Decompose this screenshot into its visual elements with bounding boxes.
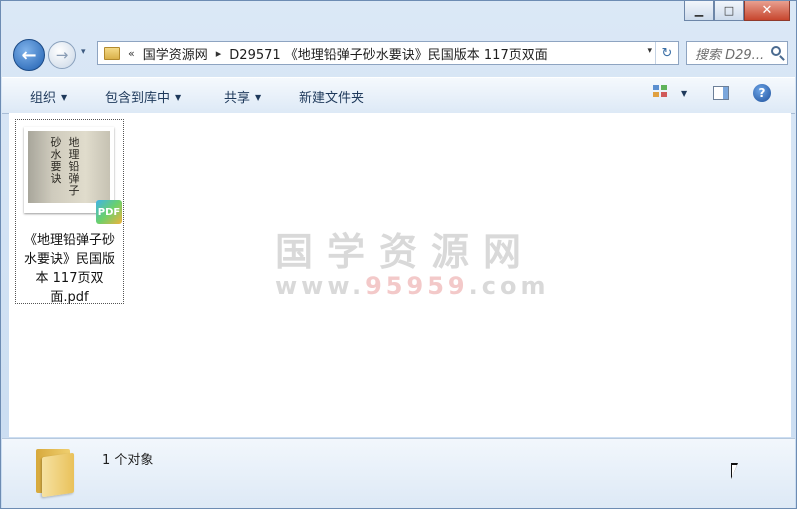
view-dropdown-icon[interactable]: ▼	[681, 89, 687, 98]
address-bar[interactable]: « 国学资源网 ▸ D29571 《地理铅弹子砂水要诀》民国版本 117页双面 …	[97, 41, 679, 65]
share-label: 共享	[224, 91, 251, 106]
folder-icon	[104, 46, 120, 60]
recent-pages-dropdown[interactable]: ▾	[81, 47, 86, 57]
breadcrumb-separator-icon[interactable]: ▸	[216, 47, 222, 60]
breadcrumb-current[interactable]: D29571 《地理铅弹子砂水要诀》民国版本 117页双面	[229, 44, 547, 63]
back-button[interactable]: ←	[13, 39, 45, 71]
watermark-url-suffix: .com	[468, 272, 550, 300]
include-in-library-label: 包含到库中	[105, 91, 171, 106]
overflow-chevron[interactable]: «	[128, 47, 135, 60]
chevron-down-icon: ▼	[61, 93, 68, 102]
item-count: 1 个对象	[102, 453, 154, 468]
folder-icon	[36, 445, 74, 498]
organize-label: 组织	[30, 91, 57, 106]
share-menu[interactable]: 共享 ▼	[224, 87, 261, 106]
cover-text-col-2: 砂水要诀	[50, 136, 62, 185]
watermark-url: www.95959.com	[275, 272, 545, 300]
cover-text-col-1: 地理铅弹子	[68, 136, 80, 197]
chevron-down-icon: ▼	[255, 93, 262, 102]
chevron-down-icon: ▼	[175, 93, 182, 102]
watermark-url-prefix: www.	[275, 272, 366, 300]
maximize-button[interactable]: □	[714, 1, 744, 21]
address-dropdown-icon[interactable]: ▾	[647, 46, 652, 56]
details-pane: 1 个对象	[2, 438, 795, 508]
mouse-cursor-icon	[731, 463, 738, 479]
file-name-label[interactable]: 《地理铅弹子砂水要诀》民国版本 117页双面.pdf	[18, 231, 121, 307]
new-folder-button[interactable]: 新建文件夹	[299, 87, 364, 106]
close-button[interactable]: ✕	[744, 1, 790, 21]
change-view-icon[interactable]	[653, 85, 669, 99]
command-bar: 组织 ▼ 包含到库中 ▼ 共享 ▼ 新建文件夹	[2, 77, 795, 114]
organize-menu[interactable]: 组织 ▼	[30, 87, 67, 106]
pdf-icon: PDF	[96, 200, 122, 224]
refresh-icon[interactable]: ↻	[655, 42, 678, 64]
watermark-url-number: 95959	[365, 272, 469, 300]
file-list-pane[interactable]: 地理铅弹子 砂水要诀 PDF 《地理铅弹子砂水要诀》民国版本 117页双面.pd…	[9, 113, 791, 437]
explorer-window: ▁ □ ✕ ← → ▾ « 国学资源网 ▸ D29571 《地理铅弹子砂水要诀》…	[0, 0, 797, 509]
search-icon[interactable]	[771, 46, 781, 56]
breadcrumb-root[interactable]: 国学资源网	[143, 44, 208, 63]
search-input[interactable]: 搜索 D29...	[686, 41, 788, 65]
include-in-library-menu[interactable]: 包含到库中 ▼	[105, 87, 181, 106]
help-icon[interactable]: ?	[753, 84, 771, 102]
minimize-button[interactable]: ▁	[684, 1, 714, 21]
forward-button[interactable]: →	[48, 41, 76, 69]
book-cover-image: 地理铅弹子 砂水要诀	[28, 131, 110, 203]
search-placeholder: 搜索 D29...	[695, 47, 765, 63]
caption-buttons: ▁ □ ✕	[684, 1, 790, 21]
file-item[interactable]: 地理铅弹子 砂水要诀 PDF 《地理铅弹子砂水要诀》民国版本 117页双面.pd…	[15, 119, 124, 307]
preview-pane-icon[interactable]	[713, 86, 729, 100]
new-folder-label: 新建文件夹	[299, 91, 365, 106]
watermark: 国学资源网 www.95959.com	[275, 221, 545, 300]
watermark-title: 国学资源网	[275, 230, 536, 274]
